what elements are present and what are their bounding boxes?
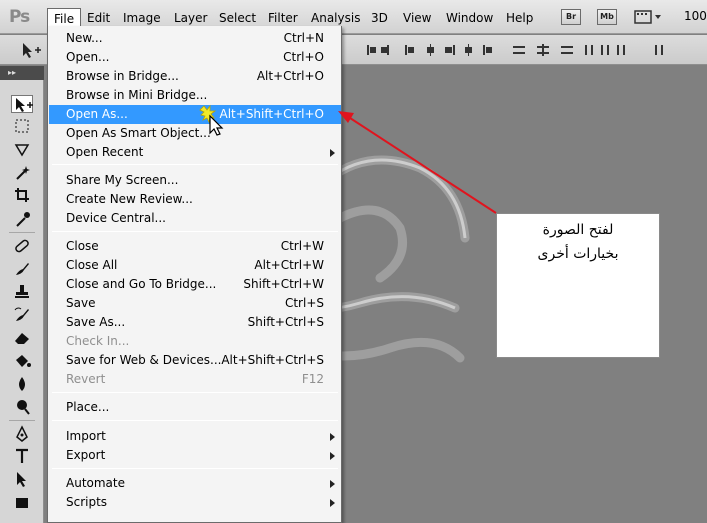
menu-item-export[interactable]: Export bbox=[49, 446, 341, 465]
menu-layer[interactable]: Layer bbox=[168, 9, 213, 27]
marquee-tool-icon[interactable] bbox=[11, 117, 33, 135]
healing-brush-icon[interactable] bbox=[11, 237, 33, 255]
submenu-arrow-icon bbox=[330, 149, 335, 157]
menu-item-close-all[interactable]: Close All Alt+Ctrl+W bbox=[49, 256, 341, 275]
eyedropper-icon[interactable] bbox=[11, 210, 33, 228]
pen-tool-icon[interactable] bbox=[11, 425, 33, 443]
file-menu-dropdown: New... Ctrl+N Open... Ctrl+O Browse in Bri… bbox=[47, 26, 342, 523]
tools-panel-header[interactable]: ▸▸ bbox=[0, 66, 44, 80]
magic-wand-icon[interactable] bbox=[11, 163, 33, 181]
menu-item-import[interactable]: Import bbox=[49, 427, 341, 446]
menu-filter[interactable]: Filter bbox=[262, 9, 304, 27]
menu-item-browse-mini-bridge[interactable]: Browse in Mini Bridge... bbox=[49, 86, 341, 105]
mouse-cursor-icon bbox=[199, 104, 224, 136]
menu-item-check-in: Check In... bbox=[66, 334, 130, 348]
clone-stamp-icon[interactable] bbox=[11, 283, 33, 301]
submenu-arrow-icon bbox=[330, 433, 335, 441]
menu-item-open-smart-object[interactable]: Open As Smart Object... bbox=[49, 124, 341, 143]
brush-icon[interactable] bbox=[11, 260, 33, 278]
history-brush-icon[interactable] bbox=[11, 306, 33, 324]
submenu-arrow-icon bbox=[330, 480, 335, 488]
paint-bucket-icon[interactable] bbox=[11, 352, 33, 370]
move-tool-icon[interactable] bbox=[11, 95, 33, 113]
menu-item-save-as[interactable]: Save As... Shift+Ctrl+S bbox=[49, 313, 341, 332]
move-tool-options-icon[interactable] bbox=[20, 41, 42, 59]
menu-item-open[interactable]: Open... Ctrl+O bbox=[49, 48, 341, 67]
menu-item-place[interactable]: Place... bbox=[49, 398, 341, 417]
shape-tool-icon[interactable] bbox=[11, 494, 33, 512]
annotation-line-2: بخيارات أخرى bbox=[537, 246, 619, 262]
menu-item-create-review[interactable]: Create New Review... bbox=[49, 190, 341, 209]
eraser-icon[interactable] bbox=[11, 329, 33, 347]
menu-help[interactable]: Help bbox=[500, 9, 539, 27]
menu-window[interactable]: Window bbox=[440, 9, 499, 27]
submenu-arrow-icon bbox=[330, 499, 335, 507]
menu-analysis[interactable]: Analysis bbox=[305, 9, 366, 27]
menu-item-close[interactable]: Close Ctrl+W bbox=[49, 237, 341, 256]
blur-tool-icon[interactable] bbox=[11, 375, 33, 393]
submenu-arrow-icon bbox=[330, 452, 335, 460]
menu-item-save-for-web[interactable]: Save for Web & Devices... Alt+Shift+Ctrl+… bbox=[49, 351, 341, 370]
crop-tool-icon[interactable] bbox=[11, 186, 33, 204]
menu-item-save[interactable]: Save Ctrl+S bbox=[49, 294, 341, 313]
menu-item-device-central[interactable]: Device Central... bbox=[49, 209, 341, 228]
annotation-note-box: لفتح الصورة بخيارات أخرى bbox=[496, 213, 660, 358]
menu-item-open-as[interactable]: Open As... Alt+Shift+Ctrl+O bbox=[49, 105, 341, 124]
menu-item-close-go-bridge[interactable]: Close and Go To Bridge... Shift+Ctrl+W bbox=[49, 275, 341, 294]
menu-item-open-recent[interactable]: Open Recent bbox=[49, 143, 341, 162]
path-selection-icon[interactable] bbox=[11, 470, 33, 488]
bridge-button[interactable]: Br bbox=[561, 9, 581, 25]
menu-item-share-screen[interactable]: Share My Screen... bbox=[49, 171, 341, 190]
mini-bridge-button[interactable]: Mb bbox=[597, 9, 617, 25]
annotation-line-1: لفتح الصورة bbox=[542, 222, 614, 238]
menu-item-revert: Revert F12 bbox=[66, 372, 324, 386]
zoom-level[interactable]: 100% bbox=[684, 9, 707, 23]
menu-view[interactable]: View bbox=[397, 9, 437, 27]
align-icons[interactable] bbox=[365, 43, 665, 57]
menu-image[interactable]: Image bbox=[117, 9, 167, 27]
view-extras-icon[interactable] bbox=[634, 10, 664, 25]
menu-edit[interactable]: Edit bbox=[81, 9, 116, 27]
menu-item-browse-bridge[interactable]: Browse in Bridge... Alt+Ctrl+O bbox=[49, 67, 341, 86]
type-tool-icon[interactable] bbox=[11, 447, 33, 465]
menu-select[interactable]: Select bbox=[213, 9, 262, 27]
menu-3d[interactable]: 3D bbox=[365, 9, 394, 27]
menu-item-automate[interactable]: Automate bbox=[49, 474, 341, 493]
dodge-tool-icon[interactable] bbox=[11, 398, 33, 416]
photoshop-logo: Ps bbox=[9, 7, 30, 27]
menu-item-scripts[interactable]: Scripts bbox=[49, 493, 341, 512]
tools-panel: ▸▸ bbox=[0, 66, 44, 523]
lasso-tool-icon[interactable] bbox=[11, 141, 33, 159]
menu-item-new[interactable]: New... Ctrl+N bbox=[49, 29, 341, 48]
